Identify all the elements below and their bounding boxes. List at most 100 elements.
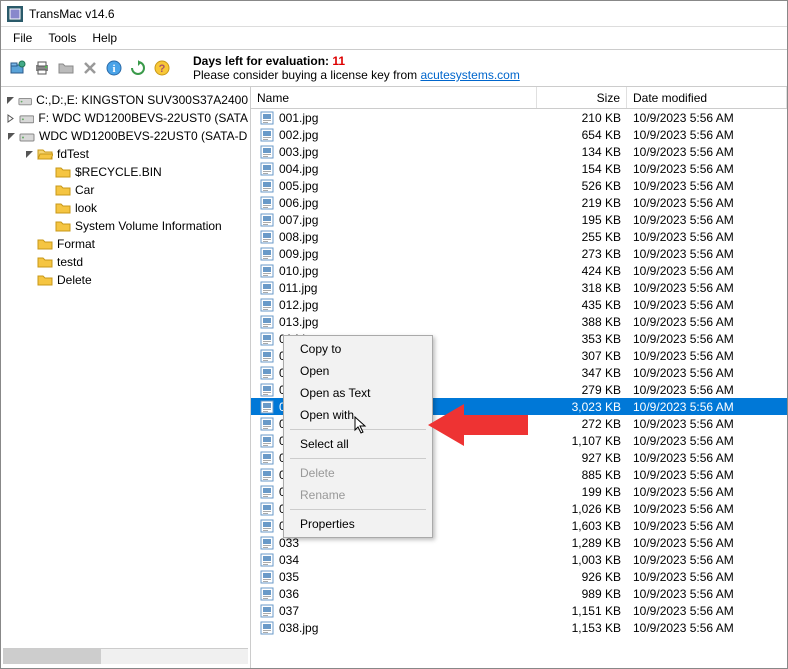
file-name: 003.jpg: [279, 145, 537, 159]
tree-horizontal-scrollbar[interactable]: [3, 648, 248, 664]
column-date-modified[interactable]: Date modified: [627, 87, 787, 108]
tree-spacer: [23, 256, 35, 268]
file-date: 10/9/2023 5:56 AM: [627, 536, 787, 550]
days-left-label: Days left for evaluation:: [193, 54, 329, 68]
image-file-icon: [259, 348, 275, 364]
file-name: 005.jpg: [279, 179, 537, 193]
file-row[interactable]: 001.jpg210 KB10/9/2023 5:56 AM: [251, 109, 787, 126]
tree-item[interactable]: look: [3, 199, 248, 217]
file-row[interactable]: 035926 KB10/9/2023 5:56 AM: [251, 568, 787, 585]
image-file-icon: [259, 195, 275, 211]
file-name: 008.jpg: [279, 230, 537, 244]
svg-text:?: ?: [159, 63, 166, 75]
menu-file[interactable]: File: [5, 29, 40, 47]
column-size[interactable]: Size: [537, 87, 627, 108]
column-name[interactable]: Name: [251, 87, 537, 108]
file-date: 10/9/2023 5:56 AM: [627, 417, 787, 431]
image-file-icon: [259, 144, 275, 160]
file-row[interactable]: 038.jpg1,153 KB10/9/2023 5:56 AM: [251, 619, 787, 636]
tree-spacer: [41, 220, 53, 232]
menu-tools[interactable]: Tools: [40, 29, 84, 47]
file-row[interactable]: 003.jpg134 KB10/9/2023 5:56 AM: [251, 143, 787, 160]
file-row[interactable]: 006.jpg219 KB10/9/2023 5:56 AM: [251, 194, 787, 211]
image-file-icon: [259, 433, 275, 449]
acutesystems-link[interactable]: acutesystems.com: [420, 68, 519, 82]
tree-item[interactable]: testd: [3, 253, 248, 271]
file-size: 927 KB: [537, 451, 627, 465]
image-file-icon: [259, 161, 275, 177]
file-size: 1,107 KB: [537, 434, 627, 448]
file-name: 004.jpg: [279, 162, 537, 176]
file-size: 318 KB: [537, 281, 627, 295]
ctx-open-as-text[interactable]: Open as Text: [284, 382, 432, 404]
folder-icon[interactable]: [55, 57, 77, 79]
file-row[interactable]: 007.jpg195 KB10/9/2023 5:56 AM: [251, 211, 787, 228]
print-icon[interactable]: [31, 57, 53, 79]
ctx-open[interactable]: Open: [284, 360, 432, 382]
file-name: 037: [279, 604, 537, 618]
file-name: 036: [279, 587, 537, 601]
tree-item[interactable]: $RECYCLE.BIN: [3, 163, 248, 181]
file-row[interactable]: 005.jpg526 KB10/9/2023 5:56 AM: [251, 177, 787, 194]
ctx-select-all[interactable]: Select all: [284, 433, 432, 455]
buy-text: Please consider buying a license key fro…: [193, 68, 420, 82]
folder-closed-icon: [55, 182, 71, 198]
tree-item[interactable]: F: WDC WD1200BEVS-22UST0 (SATA: [3, 109, 248, 127]
collapse-icon[interactable]: [5, 94, 16, 106]
image-file-icon: [259, 552, 275, 568]
folder-closed-icon: [55, 164, 71, 180]
info-icon[interactable]: i: [103, 57, 125, 79]
window-title: TransMac v14.6: [29, 7, 115, 21]
image-file-icon: [259, 467, 275, 483]
refresh-icon[interactable]: [127, 57, 149, 79]
ctx-properties[interactable]: Properties: [284, 513, 432, 535]
file-row[interactable]: 004.jpg154 KB10/9/2023 5:56 AM: [251, 160, 787, 177]
file-row[interactable]: 009.jpg273 KB10/9/2023 5:56 AM: [251, 245, 787, 262]
open-volume-icon[interactable]: [7, 57, 29, 79]
delete-icon[interactable]: [79, 57, 101, 79]
file-date: 10/9/2023 5:56 AM: [627, 111, 787, 125]
file-size: 1,153 KB: [537, 621, 627, 635]
tree-item-label: F: WDC WD1200BEVS-22UST0 (SATA: [38, 111, 248, 125]
file-row[interactable]: 008.jpg255 KB10/9/2023 5:56 AM: [251, 228, 787, 245]
menu-help[interactable]: Help: [84, 29, 125, 47]
expand-icon[interactable]: [5, 112, 17, 124]
file-row[interactable]: 036989 KB10/9/2023 5:56 AM: [251, 585, 787, 602]
tree-item[interactable]: C:,D:,E: KINGSTON SUV300S37A2400: [3, 91, 248, 109]
ctx-copy-to[interactable]: Copy to: [284, 338, 432, 360]
image-file-icon: [259, 365, 275, 381]
file-name: 001.jpg: [279, 111, 537, 125]
file-date: 10/9/2023 5:56 AM: [627, 519, 787, 533]
file-row[interactable]: 0341,003 KB10/9/2023 5:56 AM: [251, 551, 787, 568]
image-file-icon: [259, 127, 275, 143]
file-date: 10/9/2023 5:56 AM: [627, 145, 787, 159]
collapse-icon[interactable]: [5, 130, 17, 142]
file-row[interactable]: 002.jpg654 KB10/9/2023 5:56 AM: [251, 126, 787, 143]
file-date: 10/9/2023 5:56 AM: [627, 213, 787, 227]
tree-spacer: [23, 274, 35, 286]
tree-item[interactable]: fdTest: [3, 145, 248, 163]
collapse-icon[interactable]: [23, 148, 35, 160]
image-file-icon: [259, 620, 275, 636]
file-size: 989 KB: [537, 587, 627, 601]
tree-item[interactable]: WDC WD1200BEVS-22UST0 (SATA-D: [3, 127, 248, 145]
file-row[interactable]: 011.jpg318 KB10/9/2023 5:56 AM: [251, 279, 787, 296]
file-size: 195 KB: [537, 213, 627, 227]
drive-icon: [19, 128, 35, 144]
file-row[interactable]: 010.jpg424 KB10/9/2023 5:56 AM: [251, 262, 787, 279]
file-row[interactable]: 013.jpg388 KB10/9/2023 5:56 AM: [251, 313, 787, 330]
ctx-separator: [290, 509, 426, 510]
help-icon[interactable]: ?: [151, 57, 173, 79]
file-date: 10/9/2023 5:56 AM: [627, 128, 787, 142]
folder-closed-icon: [37, 254, 53, 270]
tree-item[interactable]: Delete: [3, 271, 248, 289]
tree-item[interactable]: System Volume Information: [3, 217, 248, 235]
file-size: 273 KB: [537, 247, 627, 261]
file-row[interactable]: 0371,151 KB10/9/2023 5:56 AM: [251, 602, 787, 619]
file-date: 10/9/2023 5:56 AM: [627, 570, 787, 584]
tree-item-label: fdTest: [57, 147, 89, 161]
tree-item[interactable]: Car: [3, 181, 248, 199]
tree-item[interactable]: Format: [3, 235, 248, 253]
tree-view[interactable]: C:,D:,E: KINGSTON SUV300S37A2400 F: WDC W…: [3, 91, 248, 648]
file-row[interactable]: 012.jpg435 KB10/9/2023 5:56 AM: [251, 296, 787, 313]
